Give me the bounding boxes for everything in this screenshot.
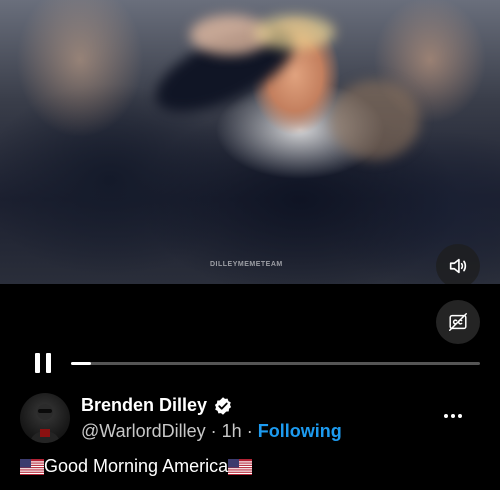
author-name[interactable]: Brenden Dilley [81,395,207,416]
meta-separator-2: · [246,421,253,441]
captions-button[interactable] [436,300,480,344]
author-handle[interactable]: @WarlordDilley [81,421,206,441]
pause-icon-bar [46,353,51,373]
video-player[interactable]: DILLEYMEMETEAM [0,0,500,284]
avatar-image [30,404,60,443]
post-time[interactable]: 1h [222,421,242,441]
captions-off-icon [449,313,467,331]
following-button[interactable]: Following [258,421,342,441]
progress-bar[interactable] [71,362,480,365]
more-options-icon[interactable] [442,405,464,427]
speaker-icon [449,258,467,274]
author-name-row[interactable]: Brenden Dilley [81,395,233,416]
progress-fill [71,362,92,365]
pause-icon [35,353,40,373]
video-watermark: DILLEYMEMETEAM [210,261,283,268]
verified-badge-icon [214,396,232,415]
tweet-text: Good Morning America [20,456,253,477]
pause-button[interactable] [33,353,53,373]
author-meta: @WarlordDilley · 1h · Following [81,421,342,442]
avatar[interactable] [20,393,70,443]
us-flag-icon [20,458,44,475]
meta-separator: · [210,421,217,441]
video-scene-figure [330,80,420,160]
us-flag-icon-end [228,458,253,475]
tweet-body: Good Morning America [44,456,229,476]
playback-controls [0,348,500,378]
video-scene-hair [255,15,335,50]
volume-button[interactable] [436,244,480,284]
